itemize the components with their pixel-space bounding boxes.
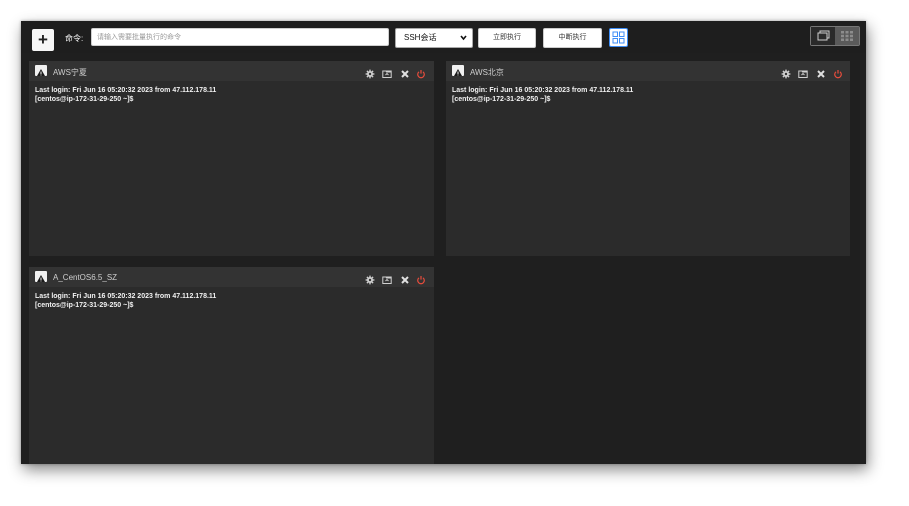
empty-slot	[434, 256, 866, 464]
app-window: + 命令: SSH会话 立即执行 中断执行	[21, 21, 866, 464]
close-icon[interactable]	[816, 66, 826, 78]
execute-button[interactable]: 立即执行	[478, 28, 536, 48]
window-mode-button[interactable]	[811, 27, 835, 45]
terminal-output[interactable]: Last login: Fri Jun 16 05:20:32 2023 fro…	[35, 86, 216, 104]
session-type-value: SSH会话	[404, 33, 437, 42]
panel-title: A_CentOS6.5_SZ	[53, 273, 118, 282]
chevron-down-icon	[460, 29, 467, 54]
session-type-select[interactable]: SSH会话	[395, 28, 473, 48]
grid-layout-button[interactable]	[609, 28, 628, 47]
tile-mode-button[interactable]	[835, 27, 859, 45]
close-icon[interactable]	[400, 66, 410, 78]
gear-icon[interactable]	[365, 272, 375, 285]
terminal-line: [centos@ip-172-31-29-250 ~]$	[452, 96, 551, 103]
warning-icon	[35, 271, 47, 282]
add-session-button[interactable]: +	[32, 29, 54, 51]
command-label: 命令:	[65, 34, 84, 43]
warning-icon	[35, 65, 47, 76]
layout-toggle	[810, 26, 860, 46]
terminal-panel-1: AWS宁夏 Last login: Fri Jun 16 05:20:32 20…	[29, 61, 434, 256]
command-input[interactable]	[91, 28, 389, 46]
panel-header: AWS宁夏	[29, 61, 434, 81]
terminal-line: Last login: Fri Jun 16 05:20:32 2023 fro…	[452, 87, 634, 94]
tile-mode-icon	[841, 31, 853, 41]
folder-icon[interactable]	[382, 272, 392, 284]
folder-icon[interactable]	[798, 66, 808, 78]
terminal-output[interactable]: Last login: Fri Jun 16 05:20:32 2023 fro…	[452, 86, 633, 104]
terminal-line: [centos@ip-172-31-29-250 ~]$	[35, 96, 134, 103]
terminal-panel-3: A_CentOS6.5_SZ Last login: Fri Jun 16 05…	[29, 267, 434, 464]
gear-icon[interactable]	[365, 66, 375, 79]
interrupt-button[interactable]: 中断执行	[543, 28, 602, 48]
warning-icon	[452, 65, 464, 76]
power-icon[interactable]	[833, 66, 843, 79]
panel-header: A_CentOS6.5_SZ	[29, 267, 434, 287]
toolbar: + 命令: SSH会话 立即执行 中断执行	[21, 21, 866, 53]
panel-title: AWS宁夏	[53, 68, 87, 77]
terminal-line: Last login: Fri Jun 16 05:20:32 2023 fro…	[35, 293, 217, 300]
panel-header: AWS北京	[446, 61, 850, 81]
power-icon[interactable]	[416, 66, 426, 79]
close-icon[interactable]	[400, 272, 410, 284]
terminal-line: [centos@ip-172-31-29-250 ~]$	[35, 302, 134, 309]
power-icon[interactable]	[416, 272, 426, 285]
window-mode-icon	[817, 30, 830, 41]
plus-icon: +	[38, 30, 48, 49]
terminal-panel-2: AWS北京 Last login: Fri Jun 16 05:20:32 20…	[446, 61, 850, 256]
panel-title: AWS北京	[470, 68, 504, 77]
gear-icon[interactable]	[781, 66, 791, 79]
grid-layout-icon	[612, 31, 625, 44]
terminal-line: Last login: Fri Jun 16 05:20:32 2023 fro…	[35, 87, 217, 94]
terminal-output[interactable]: Last login: Fri Jun 16 05:20:32 2023 fro…	[35, 292, 216, 310]
folder-icon[interactable]	[382, 66, 392, 78]
